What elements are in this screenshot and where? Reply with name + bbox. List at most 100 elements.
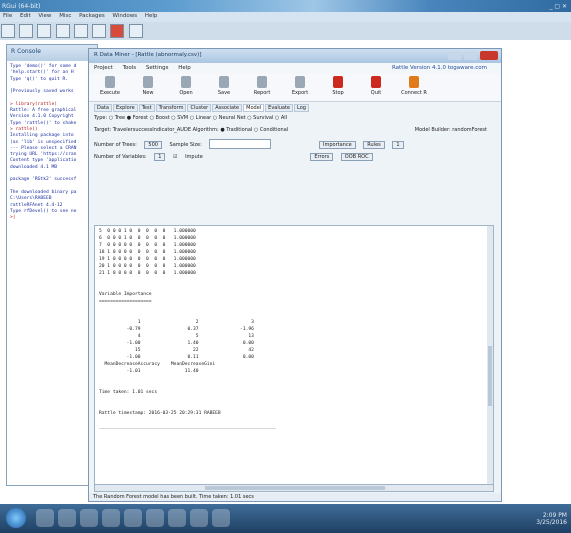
tab-evaluate[interactable]: Evaluate <box>265 104 293 112</box>
trees-input[interactable]: 500 <box>144 140 162 149</box>
open-script-icon[interactable] <box>1 24 15 38</box>
toolbar-label: Execute <box>100 90 120 96</box>
menu-help[interactable]: Help <box>178 65 191 71</box>
rattle-window: R Data Miner - [Rattle (abnormaly.csv)] … <box>88 48 502 502</box>
print-icon[interactable] <box>128 24 143 38</box>
console-line: >| <box>10 215 16 221</box>
app-icon[interactable] <box>212 509 230 527</box>
save-icon <box>219 76 229 88</box>
tab-test[interactable]: Test <box>138 104 155 112</box>
chrome-icon[interactable] <box>124 509 142 527</box>
stop-button[interactable]: Stop <box>323 76 353 99</box>
menu-settings[interactable]: Settings <box>146 65 169 71</box>
new-file-icon <box>143 76 153 88</box>
menu-tools[interactable]: Tools <box>123 65 137 71</box>
toolbar-label: Export <box>291 90 309 96</box>
screen: RGui (64-bit) _ ▢ ✕ File Edit View Misc … <box>0 0 571 533</box>
quit-button[interactable]: Quit <box>361 76 391 99</box>
menu-windows[interactable]: Windows <box>110 12 141 20</box>
media-player-icon[interactable] <box>80 509 98 527</box>
toolbar-label: Quit <box>370 90 382 96</box>
tray-time: 2:09 PM <box>542 512 567 519</box>
menu-packages[interactable]: Packages <box>76 12 108 20</box>
toolbar-label: New <box>142 90 154 96</box>
connect-r-button[interactable]: Connect R <box>399 76 429 99</box>
output-horizontal-scrollbar[interactable] <box>94 484 494 492</box>
rgui-menubar: File Edit View Misc Packages Windows Hel… <box>0 12 571 22</box>
export-button[interactable]: Export <box>285 76 315 99</box>
errors-button[interactable]: Errors <box>310 153 334 161</box>
output-vertical-scrollbar[interactable] <box>487 226 493 488</box>
sample-label: Sample Size: <box>169 141 202 148</box>
r-console[interactable]: R Console Type 'demo()' for some d'help.… <box>6 44 98 486</box>
impute-checkbox[interactable]: ☑ <box>173 154 177 160</box>
tab-cluster[interactable]: Cluster <box>187 104 212 112</box>
tab-log[interactable]: Log <box>294 104 309 112</box>
save-button[interactable]: Save <box>209 76 239 99</box>
gear-icon <box>105 76 115 88</box>
tab-transform[interactable]: Transform <box>155 104 187 112</box>
vars-input[interactable]: 1 <box>154 153 166 161</box>
oob-roc-button[interactable]: OOB ROC <box>340 153 373 161</box>
maximize-button[interactable] <box>448 51 462 60</box>
scrollbar-thumb[interactable] <box>205 486 385 490</box>
folder-icon[interactable] <box>146 509 164 527</box>
load-workspace-icon[interactable] <box>19 24 34 38</box>
menu-misc[interactable]: Misc <box>56 12 74 20</box>
rattle-titlebar: R Data Miner - [Rattle (abnormaly.csv)] <box>89 49 501 63</box>
rattle-icon[interactable] <box>190 509 208 527</box>
version-link[interactable]: Rattle Version 4.1.0 togaware.com <box>392 65 487 71</box>
paste-icon[interactable] <box>73 24 88 38</box>
vars-row: Number of Variables: 1 ☑ Impute Errors O… <box>89 151 501 165</box>
new-button[interactable]: New <box>133 76 163 99</box>
report-icon <box>257 76 267 88</box>
model-type-row[interactable]: Type: ○ Tree ● Forest ○ Boost ○ SVM ○ Li… <box>89 113 501 125</box>
copy-paste-icon[interactable] <box>92 24 107 38</box>
tab-associate[interactable]: Associate <box>212 104 243 112</box>
toolbar-label: Save <box>217 90 231 96</box>
target-algorithm[interactable]: Target: TravelersuccessIndicator_AUDE Al… <box>94 127 288 133</box>
menu-project[interactable]: Project <box>94 65 113 71</box>
rules-button[interactable]: Rules <box>363 140 385 149</box>
menu-help[interactable]: Help <box>142 12 161 20</box>
quit-icon <box>371 76 381 88</box>
toolbar-label: Report <box>253 90 271 96</box>
rgui-toolbar <box>0 22 571 40</box>
explorer-icon[interactable] <box>58 509 76 527</box>
sample-size-input[interactable] <box>209 139 272 149</box>
rattle-toolbar: Execute New Open Save Report Export Stop Quit Co… <box>89 74 501 102</box>
scrollbar-thumb[interactable] <box>488 346 492 406</box>
rules-input[interactable]: 1 <box>392 140 404 149</box>
r-icon[interactable] <box>168 509 186 527</box>
tab-explore[interactable]: Explore <box>112 104 138 112</box>
toolbar-label: Open <box>179 90 193 96</box>
model-output-textview[interactable]: 5 0 0 0 1 0 0 0 0 0 1.000000 6 0 0 0 1 0… <box>94 225 494 489</box>
menu-file[interactable]: File <box>0 12 15 20</box>
importance-button[interactable]: Importance <box>319 140 356 149</box>
menu-edit[interactable]: Edit <box>17 12 34 20</box>
report-button[interactable]: Report <box>247 76 277 99</box>
menu-view[interactable]: View <box>35 12 54 20</box>
rgui-window-controls[interactable]: _ ▢ ✕ <box>549 3 567 10</box>
trees-row: Number of Trees: 500 Sample Size: Import… <box>89 137 501 151</box>
model-builder: Model Builder: randomForest <box>414 127 487 133</box>
open-button[interactable]: Open <box>171 76 201 99</box>
firefox-icon[interactable] <box>102 509 120 527</box>
tab-data[interactable]: Data <box>94 104 112 112</box>
tab-model[interactable]: Model <box>243 104 265 112</box>
start-button[interactable] <box>6 508 26 528</box>
console-header: R Console <box>7 45 97 61</box>
execute-button[interactable]: Execute <box>95 76 125 99</box>
minimize-button[interactable] <box>464 51 478 60</box>
trees-label: Number of Trees: <box>94 141 137 148</box>
copy-icon[interactable] <box>55 24 70 38</box>
save-workspace-icon[interactable] <box>37 24 52 38</box>
ie-icon[interactable] <box>36 509 54 527</box>
system-tray[interactable]: 2:09 PM 3/25/2016 <box>536 512 567 526</box>
connect-icon <box>409 76 419 88</box>
rattle-menubar: Project Tools Settings Help Rattle Versi… <box>89 63 501 74</box>
console-output[interactable]: Type 'demo()' for some d'help.start()' f… <box>7 61 97 224</box>
close-button[interactable] <box>480 51 498 60</box>
toolbar-label: Connect R <box>401 90 427 96</box>
stop-icon[interactable] <box>110 24 125 38</box>
